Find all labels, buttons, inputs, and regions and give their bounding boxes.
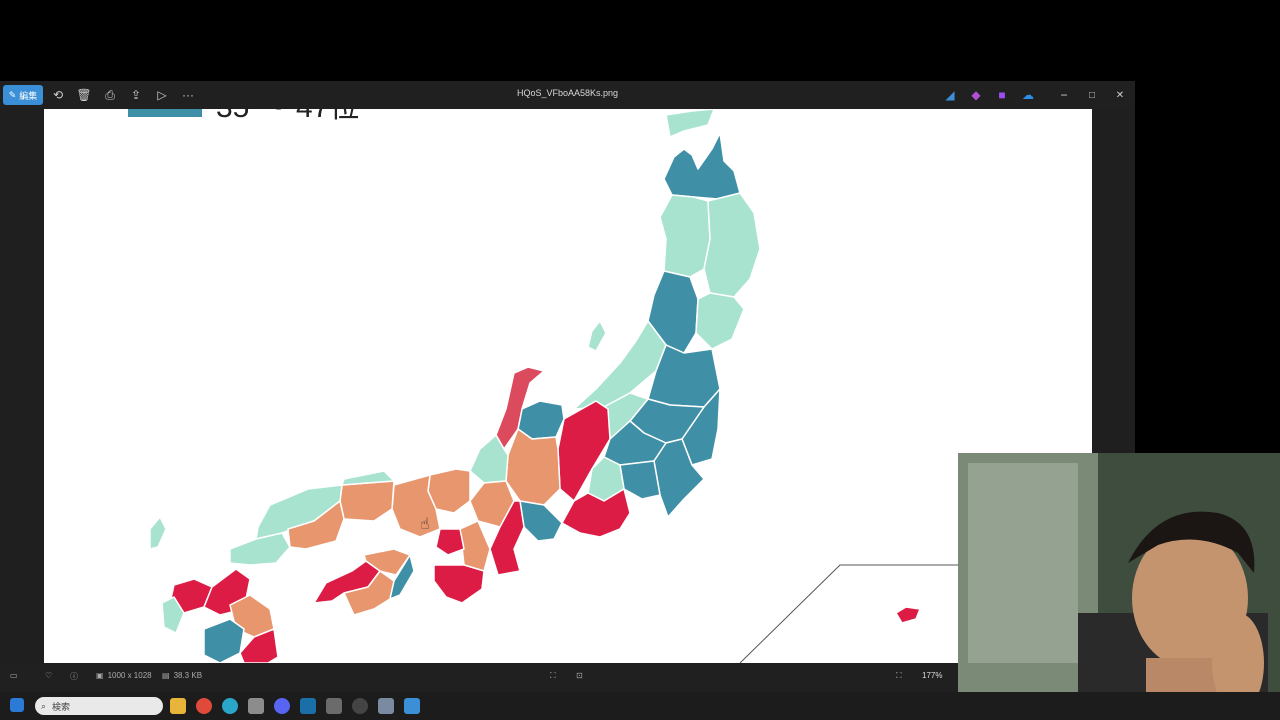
- security-icon[interactable]: [248, 698, 264, 714]
- akita-region: [659, 194, 711, 278]
- file-size-text: 38.3 KB: [173, 671, 203, 680]
- file-explorer-icon[interactable]: [170, 698, 186, 714]
- yamaguchi-region: [229, 532, 291, 566]
- maximize-button[interactable]: □: [1086, 85, 1098, 105]
- search-placeholder: 検索: [52, 701, 71, 712]
- dimensions-text: 1000 x 1028: [107, 671, 152, 680]
- clipchamp-icon[interactable]: ■: [996, 85, 1008, 105]
- aichi-region: [519, 500, 563, 542]
- title-bar: ✎ 編集 ⟲ 🗑 ⎙ ⇪ ▷ ··· HQoS_VFboAA58Ks.png ◢…: [0, 81, 1135, 109]
- aomori-region: [663, 132, 741, 200]
- taskbar-search[interactable]: ⌕ 検索: [35, 697, 163, 715]
- okayama-region: [339, 480, 395, 522]
- onedrive-icon[interactable]: ☁: [1020, 85, 1036, 105]
- discord-icon[interactable]: [274, 698, 290, 714]
- hokkaido-region: [665, 109, 715, 138]
- gifu-region: [505, 428, 561, 506]
- filesize-info: ▤ 38.3 KB: [162, 671, 202, 680]
- camera-icon[interactable]: [378, 698, 394, 714]
- file-size-icon: ▤: [162, 671, 170, 680]
- saga-region: [203, 618, 245, 663]
- taskbar: ⌕ 検索: [0, 692, 1280, 720]
- search-icon: ⌕: [41, 700, 47, 711]
- image-size-icon: ▣: [96, 671, 104, 680]
- designer-icon[interactable]: ◆: [970, 85, 982, 105]
- legend-swatch: [128, 109, 202, 117]
- app-icon[interactable]: [326, 698, 342, 714]
- osaka-region: [435, 528, 465, 556]
- image-canvas[interactable]: 35 〜 47位: [44, 109, 1092, 663]
- photos-app-icon[interactable]: ◢: [944, 85, 956, 105]
- legend-title: 35 〜 47位: [216, 109, 359, 124]
- dimensions-info: ▣ 1000 x 1028: [96, 671, 152, 680]
- steam-icon[interactable]: [300, 698, 316, 714]
- window-title: HQoS_VFboAA58Ks.png: [516, 88, 619, 98]
- fit-icon[interactable]: ⛶: [550, 671, 556, 681]
- photos-taskbar-icon[interactable]: [404, 698, 420, 714]
- close-button[interactable]: ✕: [1114, 85, 1126, 105]
- wakayama-region: [433, 564, 485, 604]
- windows-start-icon[interactable]: [10, 698, 24, 712]
- edge-icon[interactable]: [222, 698, 238, 714]
- minimize-button[interactable]: −: [1058, 85, 1070, 105]
- webcam-overlay: [958, 453, 1280, 720]
- iwate-region: [703, 192, 761, 298]
- nara-region: [459, 520, 491, 572]
- obs-icon[interactable]: [352, 698, 368, 714]
- hand-cursor-icon: ☝: [420, 516, 430, 533]
- filmstrip-icon[interactable]: ▭: [10, 671, 18, 680]
- info-icon[interactable]: ⓘ: [70, 671, 78, 682]
- zoom-level[interactable]: 177%: [922, 671, 942, 680]
- webcam-image: [958, 453, 1280, 720]
- sado-region: [587, 320, 607, 352]
- miyagi-region: [695, 292, 745, 350]
- chrome-icon[interactable]: [196, 698, 212, 714]
- oki-island: [149, 516, 167, 550]
- japan-map-image: 35 〜 47位: [128, 109, 1002, 663]
- zoom-fit-icon[interactable]: ⛶: [896, 671, 902, 681]
- favorite-icon[interactable]: ♡: [45, 671, 52, 680]
- kanagawa-region: [619, 460, 661, 500]
- actual-size-icon[interactable]: ⊡: [576, 671, 583, 680]
- inset-island: [895, 606, 921, 624]
